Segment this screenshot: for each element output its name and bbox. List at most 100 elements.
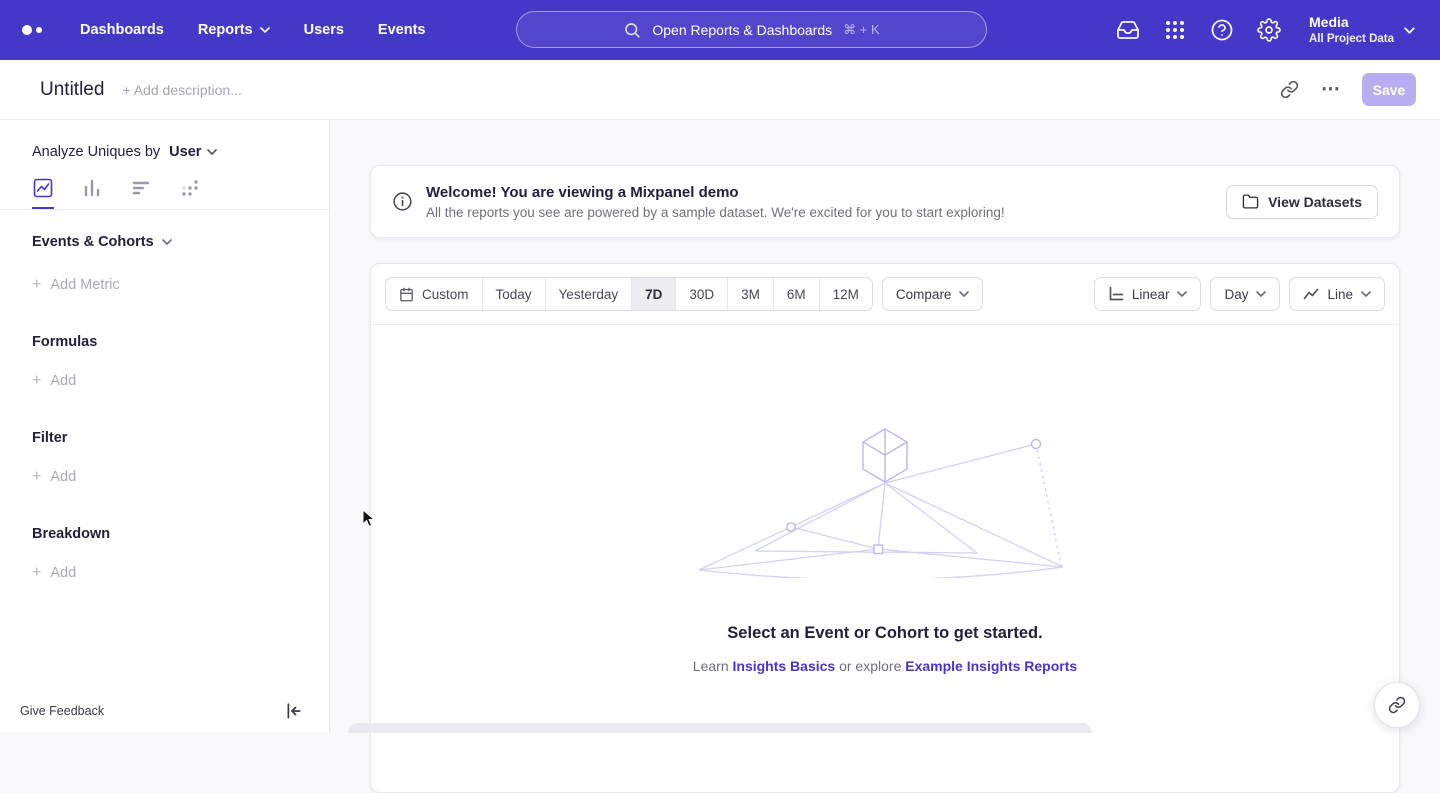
chevron-down-icon	[1256, 291, 1266, 297]
add-formula-label: Add	[50, 373, 76, 389]
plus-icon: +	[32, 276, 41, 294]
learn-prefix: Learn	[693, 658, 729, 674]
apps-grid-icon[interactable]	[1163, 18, 1187, 42]
empty-state: Select an Event or Cohort to get started…	[371, 423, 1399, 674]
date-range-picker: Custom Today Yesterday 7D 30D 3M 6M 12M	[385, 277, 873, 311]
navbar-right: Media All Project Data	[1116, 0, 1415, 60]
bar-chart-icon	[82, 178, 102, 198]
mixpanel-logo[interactable]	[22, 19, 42, 41]
chevron-down-icon	[1404, 27, 1415, 34]
kite-wireframe-illustration	[695, 423, 1075, 578]
view-datasets-button[interactable]: View Datasets	[1226, 185, 1378, 219]
empty-state-links: Learn Insights Basics or explore Example…	[371, 658, 1399, 674]
analyze-label: Analyze Uniques by	[32, 144, 160, 160]
date-range-custom-label: Custom	[422, 287, 469, 302]
nav-dashboards[interactable]: Dashboards	[80, 22, 164, 38]
report-titlebar: Untitled + Add description... ⋯ Save	[0, 60, 1440, 120]
welcome-banner: Welcome! You are viewing a Mixpanel demo…	[370, 165, 1400, 238]
banner-subtitle: All the reports you see are powered by a…	[426, 205, 1005, 220]
tab-bar-chart[interactable]	[81, 176, 103, 209]
add-filter-label: Add	[50, 469, 76, 485]
link-icon	[1388, 696, 1406, 714]
chart-type-dropdown[interactable]: Line	[1289, 277, 1385, 311]
project-switcher[interactable]: Media All Project Data	[1309, 13, 1415, 46]
banner-text: Welcome! You are viewing a Mixpanel demo…	[426, 184, 1005, 220]
project-scope: All Project Data	[1309, 32, 1394, 47]
collapse-sidebar-icon[interactable]	[285, 702, 303, 720]
save-button[interactable]: Save	[1362, 73, 1416, 106]
ellipsis-icon: ⋯	[1321, 85, 1341, 95]
tab-line-chart[interactable]	[32, 176, 54, 209]
events-cohorts-header[interactable]: Events & Cohorts	[32, 234, 329, 250]
add-metric-button[interactable]: + Add Metric	[32, 276, 329, 294]
funnel-icon	[131, 178, 151, 198]
date-range-3m[interactable]: 3M	[727, 278, 773, 310]
add-metric-label: Add Metric	[50, 277, 119, 293]
chart-controls: Linear Day Line	[1094, 277, 1385, 311]
search-placeholder: Open Reports & Dashboards	[652, 22, 832, 38]
nav-users[interactable]: Users	[304, 22, 344, 38]
chart-type-label: Line	[1327, 287, 1353, 302]
top-navbar: Dashboards Reports Users Events Open Rep…	[0, 0, 1440, 60]
tab-scatter-chart[interactable]	[179, 176, 201, 209]
date-range-30d[interactable]: 30D	[675, 278, 727, 310]
global-search[interactable]: Open Reports & Dashboards ⌘ + K	[516, 11, 987, 48]
axis-scale-icon	[1108, 286, 1124, 302]
more-options-button[interactable]: ⋯	[1320, 79, 1342, 101]
nav-reports-label: Reports	[198, 22, 253, 38]
date-range-12m[interactable]: 12M	[819, 278, 872, 310]
inbox-icon[interactable]	[1116, 18, 1140, 42]
analyze-by-value: User	[169, 144, 201, 160]
copy-link-button[interactable]	[1278, 79, 1300, 101]
nav-events[interactable]: Events	[378, 22, 426, 38]
add-formula-button[interactable]: + Add	[32, 372, 329, 390]
logo-dot-small	[36, 27, 42, 33]
analyze-by-dropdown[interactable]: User	[169, 144, 217, 160]
report-toolbar: Custom Today Yesterday 7D 30D 3M 6M 12M …	[371, 264, 1399, 325]
chevron-down-icon	[260, 27, 270, 33]
scale-label: Linear	[1132, 287, 1170, 302]
settings-gear-icon[interactable]	[1257, 18, 1281, 42]
date-range-7d[interactable]: 7D	[631, 278, 675, 310]
add-breakdown-button[interactable]: + Add	[32, 564, 329, 582]
chevron-down-icon	[162, 239, 172, 245]
search-shortcut: ⌘ + K	[843, 22, 880, 38]
interval-dropdown[interactable]: Day	[1210, 277, 1280, 311]
share-link-fab[interactable]	[1374, 682, 1420, 728]
insights-basics-link[interactable]: Insights Basics	[733, 658, 836, 674]
sidebar-footer: Give Feedback	[0, 690, 329, 732]
calendar-icon	[399, 287, 414, 302]
compare-label: Compare	[896, 287, 952, 302]
nav-reports[interactable]: Reports	[198, 22, 270, 38]
info-icon	[392, 191, 413, 212]
plus-icon: +	[32, 468, 41, 486]
example-insights-reports-link[interactable]: Example Insights Reports	[905, 658, 1077, 674]
add-filter-button[interactable]: + Add	[32, 468, 329, 486]
plus-icon: +	[32, 372, 41, 390]
project-name: Media	[1309, 13, 1394, 31]
date-range-yesterday[interactable]: Yesterday	[545, 278, 632, 310]
insights-report-card: Custom Today Yesterday 7D 30D 3M 6M 12M …	[370, 263, 1400, 793]
date-range-today[interactable]: Today	[482, 278, 545, 310]
chevron-down-icon	[207, 149, 217, 155]
query-builder-sidebar: Analyze Uniques by User Events & Cohorts…	[0, 120, 330, 732]
report-title[interactable]: Untitled	[40, 79, 104, 101]
scatter-dots-icon	[180, 178, 200, 198]
tab-funnel-chart[interactable]	[130, 176, 152, 209]
link-icon	[1280, 80, 1299, 99]
interval-label: Day	[1224, 287, 1248, 302]
line-chart-icon	[1303, 286, 1319, 302]
scale-dropdown[interactable]: Linear	[1094, 277, 1202, 311]
compare-button[interactable]: Compare	[882, 277, 984, 311]
give-feedback-link[interactable]: Give Feedback	[20, 704, 104, 718]
banner-title: Welcome! You are viewing a Mixpanel demo	[426, 184, 1005, 201]
formulas-section-title: Formulas	[32, 334, 329, 350]
add-description-field[interactable]: + Add description...	[122, 82, 241, 98]
help-icon[interactable]	[1210, 18, 1234, 42]
add-breakdown-label: Add	[50, 565, 76, 581]
date-range-6m[interactable]: 6M	[773, 278, 819, 310]
visualization-tabs	[0, 160, 329, 210]
chevron-down-icon	[1177, 291, 1187, 297]
project-info: Media All Project Data	[1309, 13, 1394, 46]
date-range-custom[interactable]: Custom	[386, 278, 482, 310]
